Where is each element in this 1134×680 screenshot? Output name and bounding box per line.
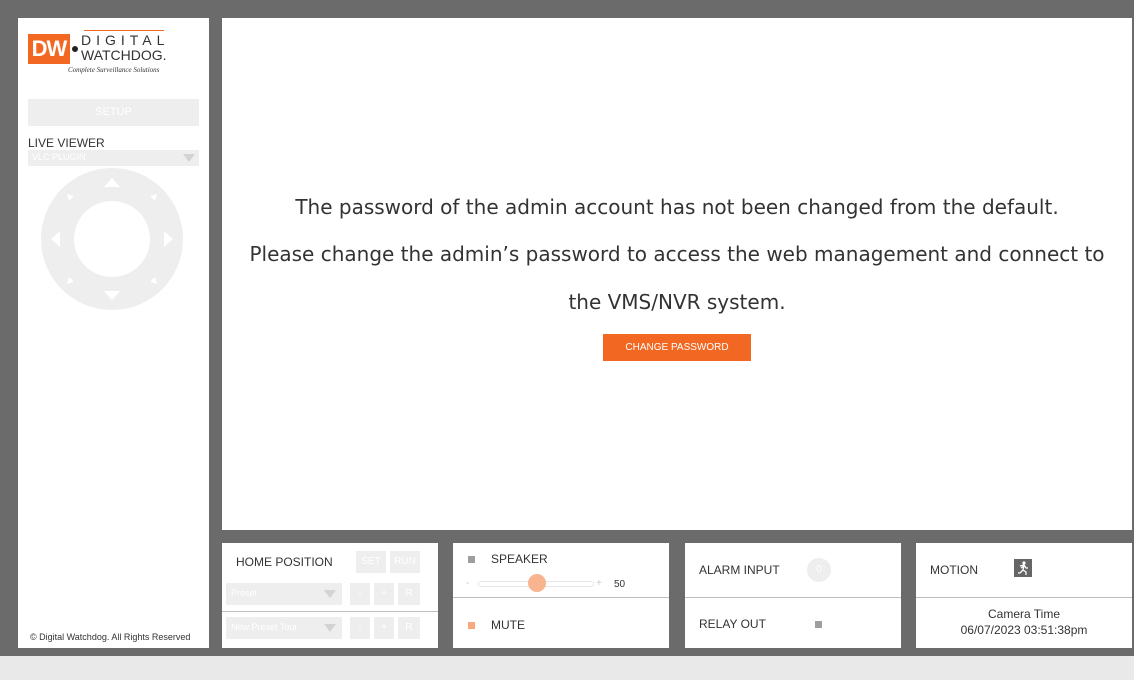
motion-label: MOTION [930,563,978,577]
alarm-panel: ALARM INPUT 0 RELAY OUT [685,543,901,648]
change-password-button[interactable]: CHANGE PASSWORD [603,334,751,361]
preset-tour-select[interactable]: New Preset Tour [226,617,342,639]
preset-value: Preset [231,588,258,598]
viewer-plugin-select[interactable]: VLC PLUGIN [28,150,199,166]
logo-mark: DW [28,34,70,64]
tour-plus-button[interactable]: + [374,617,394,639]
logo-rule [84,30,164,31]
chevron-down-icon [324,590,336,598]
logo-dot [72,46,78,52]
volume-plus-label[interactable]: + [596,578,602,589]
logo-line2: WATCHDOG. [81,47,167,63]
preset-tour-value: New Preset Tour [231,622,298,632]
tour-reset-button[interactable]: R [398,617,420,639]
relay-out-checkbox[interactable] [815,621,822,628]
volume-slider-handle[interactable] [528,574,546,592]
preset-reset-button[interactable]: R [398,583,420,605]
ptz-control-pad[interactable] [41,168,183,310]
preset-plus-button[interactable]: + [374,583,394,605]
volume-value: 50 [614,579,626,590]
speaker-checkbox[interactable] [468,556,475,563]
message-line-3: the VMS/NVR system. [568,290,786,314]
alarm-input-badge: 0 [807,558,831,582]
camera-time-label: Camera Time [987,607,1061,621]
set-button[interactable]: SET [356,551,386,573]
panel-divider [685,597,901,598]
logo-line1: DIGITAL [81,32,170,48]
panel-divider [453,597,669,598]
logo-tagline: Complete Surveillance Solutions [68,66,160,74]
alarm-input-label: ALARM INPUT [699,563,780,577]
speaker-label: SPEAKER [491,552,548,566]
preset-select[interactable]: Preset [226,583,342,605]
relay-out-label: RELAY OUT [699,617,766,631]
live-viewer-label: LIVE VIEWER [28,136,105,150]
home-position-panel: HOME POSITION SET RUN Preset - + R New P… [222,543,438,648]
panel-divider [916,597,1132,598]
camera-time-value: 06/07/2023 03:51:38pm [960,623,1088,637]
motion-panel: MOTION Camera Time 06/07/2023 03:51:38pm [916,543,1132,648]
message-line-1: The password of the admin account has no… [295,195,1059,219]
viewer-plugin-value: VLC PLUGIN [32,152,86,162]
home-position-label: HOME POSITION [236,555,333,569]
ptz-center[interactable] [74,201,150,277]
mute-label: MUTE [491,618,525,632]
digital-watchdog-logo: DW DIGITAL WATCHDOG. Complete Surveillan… [28,30,167,92]
preset-minus-button[interactable]: - [350,583,370,605]
volume-minus-label[interactable]: - [466,578,469,589]
chevron-down-icon [183,154,195,162]
setup-button[interactable]: SETUP [28,99,199,126]
mute-checkbox[interactable] [468,622,475,629]
copyright-footer: © Digital Watchdog. All Rights Reserved [30,632,191,642]
run-button[interactable]: RUN [390,551,420,573]
main-content: The password of the admin account has no… [222,18,1132,530]
panel-divider [222,611,438,612]
message-line-2: Please change the admin’s password to ac… [249,242,1105,266]
chevron-down-icon [324,624,336,632]
motion-running-icon [1014,559,1032,577]
audio-panel: SPEAKER - + 50 MUTE [453,543,669,648]
tour-minus-button[interactable]: - [350,617,370,639]
